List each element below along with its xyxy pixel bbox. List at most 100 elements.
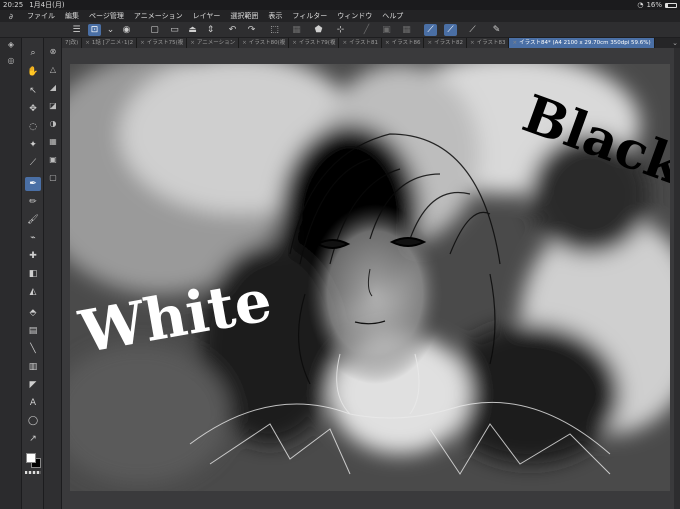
close-icon[interactable]: × bbox=[512, 40, 517, 46]
redo-icon[interactable]: ↷ bbox=[245, 24, 258, 36]
tab-document[interactable]: × イラスト86 bbox=[381, 38, 425, 48]
text-tool-icon[interactable]: A bbox=[25, 396, 41, 410]
new-file-icon[interactable]: ▢ bbox=[148, 24, 161, 36]
foreground-color-chip[interactable] bbox=[26, 453, 36, 463]
quick-access-icon[interactable]: ⊡ bbox=[88, 24, 101, 36]
battery-icon bbox=[665, 2, 677, 8]
close-icon[interactable]: × bbox=[427, 40, 432, 46]
menu-filter[interactable]: フィルター bbox=[287, 11, 332, 21]
tab-document[interactable]: × 1話 [アニメ･1(2 bbox=[82, 38, 138, 48]
operation-tool-icon[interactable]: ↖ bbox=[25, 84, 41, 98]
color-set-icon[interactable]: ▦ bbox=[47, 136, 59, 148]
stepper-icon[interactable]: ⇕ bbox=[204, 24, 217, 36]
menu-edit[interactable]: 編集 bbox=[60, 11, 84, 21]
close-icon[interactable]: × bbox=[190, 40, 195, 46]
companion-icon[interactable]: ◉ bbox=[120, 24, 133, 36]
pencil-tool-icon[interactable]: ✏ bbox=[25, 195, 41, 209]
menu-help[interactable]: ヘルプ bbox=[377, 11, 408, 21]
blend-icon[interactable]: ◭ bbox=[25, 285, 41, 299]
tab-label: イラスト82 bbox=[434, 40, 463, 46]
color-history-icon[interactable]: ▣ bbox=[47, 154, 59, 166]
close-icon[interactable]: × bbox=[470, 40, 475, 46]
ruler2-icon[interactable]: ▣ bbox=[380, 24, 393, 36]
ruler-tool-icon[interactable]: ◤ bbox=[25, 378, 41, 392]
tab-label: イラスト81 bbox=[349, 40, 378, 46]
tab-document[interactable]: 7]改) bbox=[62, 38, 83, 48]
tab-label: アニメーション bbox=[196, 40, 236, 46]
tab-document[interactable]: × イラスト79(複 bbox=[289, 38, 340, 48]
tab-document[interactable]: × イラスト80(複 bbox=[239, 38, 290, 48]
eraser-icon[interactable]: ◧ bbox=[25, 267, 41, 281]
tab-document[interactable]: × イラスト83 bbox=[466, 38, 510, 48]
move-tool-icon[interactable]: ✥ bbox=[25, 102, 41, 116]
close-icon[interactable]: × bbox=[292, 40, 297, 46]
close-icon[interactable]: × bbox=[342, 40, 347, 46]
save-icon[interactable]: ⏏ bbox=[186, 24, 199, 36]
fill-icon[interactable]: ⬟ bbox=[312, 24, 325, 36]
grid-icon[interactable]: ▦ bbox=[400, 24, 413, 36]
tab-label: イラスト84* (A4 2100 x 29.70cm 350dpi 59.6%) bbox=[519, 40, 651, 46]
menu-view[interactable]: 表示 bbox=[263, 11, 287, 21]
battery-percent: 16% bbox=[646, 1, 662, 9]
menu-window[interactable]: ウィンドウ bbox=[332, 11, 377, 21]
airbrush-icon[interactable]: ⌁ bbox=[25, 231, 41, 245]
tab-document[interactable]: × イラスト82 bbox=[424, 38, 467, 48]
close-icon[interactable]: × bbox=[140, 40, 145, 46]
artwork-canvas[interactable]: White Black bbox=[70, 64, 670, 491]
dropdown-icon[interactable]: ⌄ bbox=[104, 24, 117, 36]
canvas-area[interactable]: White Black bbox=[62, 48, 680, 509]
menu-layer[interactable]: レイヤー bbox=[188, 11, 226, 21]
tab-document-active[interactable]: × イラスト84* (A4 2100 x 29.70cm 350dpi 59.6%… bbox=[509, 38, 655, 48]
frame-tool-icon[interactable]: ▥ bbox=[25, 360, 41, 374]
menu-page[interactable]: ページ管理 bbox=[84, 11, 129, 21]
stack-icon[interactable]: ◎ bbox=[5, 56, 17, 66]
brush-size-icon[interactable]: ◢ bbox=[47, 82, 59, 94]
ruler-icon[interactable]: ╱ bbox=[360, 24, 373, 36]
chevron-down-icon[interactable]: ⌄ bbox=[670, 38, 680, 48]
clear-icon[interactable]: ▦ bbox=[290, 24, 303, 36]
status-time: 20:25 bbox=[3, 1, 24, 9]
brush-preset-icon[interactable]: ◪ bbox=[47, 100, 59, 112]
transform-icon[interactable]: ⊹ bbox=[334, 24, 347, 36]
close-icon[interactable]: × bbox=[385, 40, 390, 46]
snap-special-ruler-icon[interactable]: ⟋ bbox=[444, 24, 457, 36]
eyedropper-icon[interactable]: ⟋ bbox=[25, 156, 41, 170]
menu-selection[interactable]: 選択範囲 bbox=[225, 11, 263, 21]
hamburger-menu-icon[interactable]: ☰ bbox=[70, 24, 83, 36]
brush-tool-icon[interactable]: 🖌 bbox=[25, 213, 41, 227]
zoom-tool-icon[interactable]: ⌕ bbox=[25, 46, 41, 60]
edit-icon[interactable]: ✎ bbox=[490, 24, 503, 36]
layer-property-icon[interactable]: ▢ bbox=[47, 172, 59, 184]
deselect-icon[interactable]: ⬚ bbox=[268, 24, 281, 36]
snap-grid-icon[interactable]: ⟋ bbox=[466, 24, 479, 36]
open-file-icon[interactable]: ▭ bbox=[168, 24, 181, 36]
navigator-icon[interactable]: ⊗ bbox=[47, 46, 59, 58]
gradient-icon[interactable]: ▤ bbox=[25, 324, 41, 338]
transparent-color-chip[interactable] bbox=[25, 471, 41, 474]
pen-tool-icon[interactable]: ✒ bbox=[25, 177, 41, 191]
tab-document[interactable]: × イラスト75(複 bbox=[137, 38, 188, 48]
tab-label: イラスト75(複 bbox=[146, 40, 184, 46]
canvas-scrollbar[interactable] bbox=[674, 48, 680, 509]
menu-animation[interactable]: アニメーション bbox=[129, 11, 188, 21]
hand-tool-icon[interactable]: ✋ bbox=[25, 65, 41, 79]
magic-wand-icon[interactable]: ✦ bbox=[25, 138, 41, 152]
snap-ruler-icon[interactable]: ⟋ bbox=[424, 24, 437, 36]
tab-document[interactable]: × イラスト81 bbox=[339, 38, 382, 48]
menu-file[interactable]: ファイル bbox=[22, 11, 60, 21]
correct-line-icon[interactable]: ↗ bbox=[25, 432, 41, 446]
fill-tool-icon[interactable]: ⬘ bbox=[25, 306, 41, 320]
tab-document[interactable]: × アニメーション bbox=[187, 38, 240, 48]
close-icon[interactable]: × bbox=[85, 40, 90, 46]
decoration-icon[interactable]: ✚ bbox=[25, 249, 41, 263]
app-logo-icon[interactable]: ∂ bbox=[0, 12, 22, 21]
layers-icon[interactable]: ◈ bbox=[5, 40, 17, 50]
lasso-tool-icon[interactable]: ◌ bbox=[25, 120, 41, 134]
triangle-icon[interactable]: △ bbox=[47, 64, 59, 76]
balloon-tool-icon[interactable]: ◯ bbox=[25, 414, 41, 428]
close-icon[interactable]: × bbox=[242, 40, 247, 46]
line-tool-icon[interactable]: ╲ bbox=[25, 342, 41, 356]
undo-icon[interactable]: ↶ bbox=[226, 24, 239, 36]
color-wheel-icon[interactable]: ◑ bbox=[47, 118, 59, 130]
tab-label: 7]改) bbox=[65, 40, 79, 46]
